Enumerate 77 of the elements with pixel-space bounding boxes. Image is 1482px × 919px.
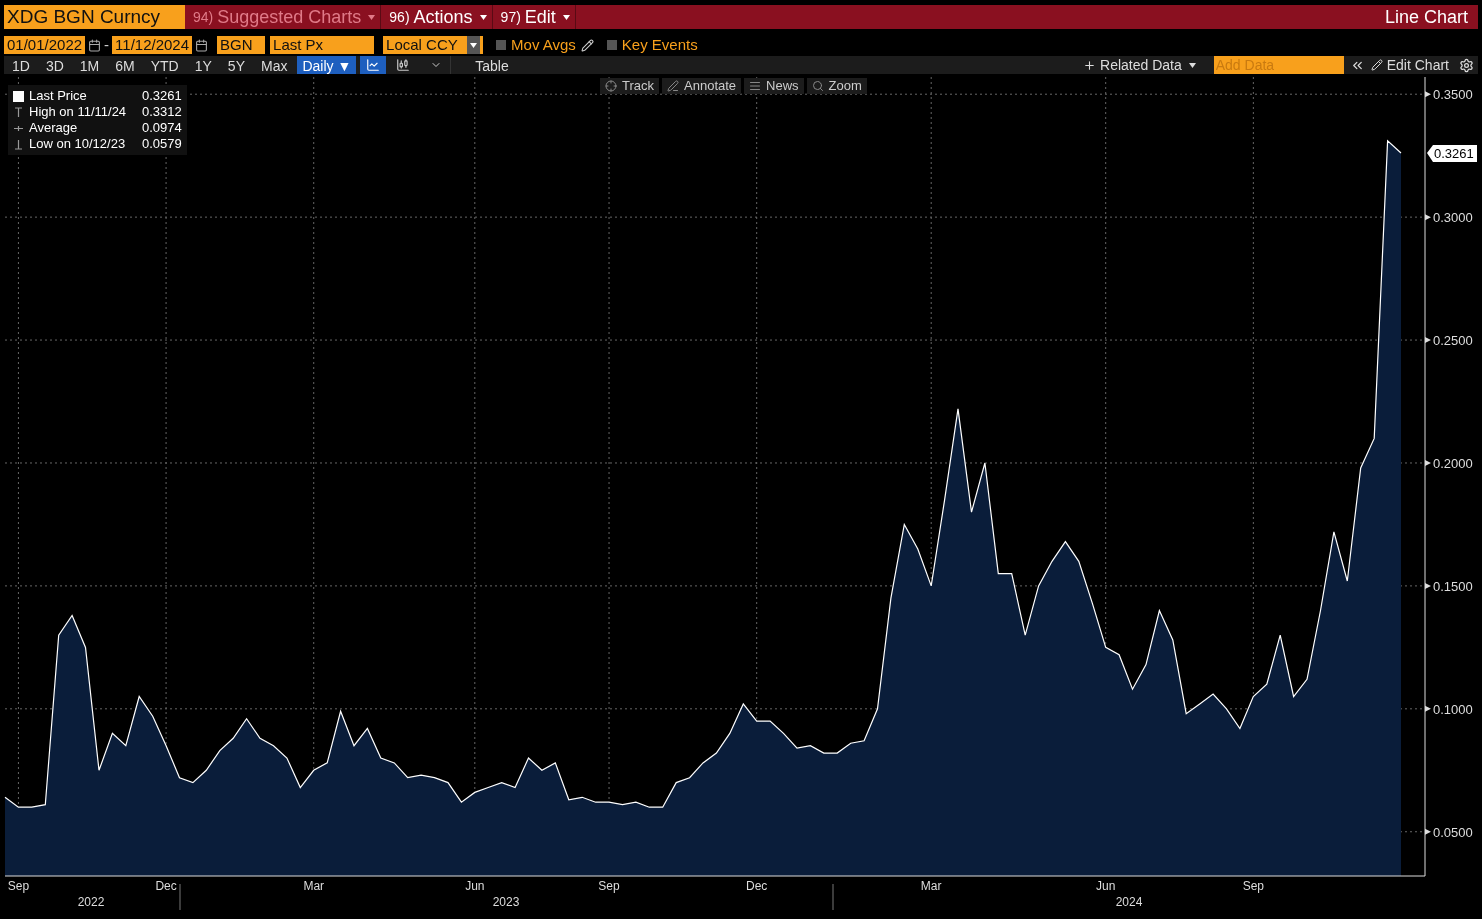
pencil-icon[interactable] (580, 38, 594, 52)
x-axis-label: Jun (465, 879, 485, 893)
x-axis-label: Sep (598, 879, 620, 893)
settings-icon[interactable] (1459, 57, 1474, 73)
caret-icon (479, 14, 487, 20)
search-icon (811, 80, 824, 92)
year-label: 2022 (77, 895, 105, 909)
frequency-dropdown[interactable]: Daily ▼ (297, 56, 357, 74)
chart-tool-button[interactable]: Annotate (662, 78, 742, 94)
line-chart-icon (366, 58, 381, 72)
candlestick-icon (396, 58, 411, 72)
legend-value: 0.0974 (142, 120, 182, 136)
chart-title: Line Chart (1384, 5, 1469, 29)
currency-select[interactable]: Local CCY (383, 36, 484, 54)
edit-chart-button[interactable]: Edit Chart (1364, 56, 1455, 74)
legend-label: Last Price (29, 88, 88, 104)
y-axis-label: 0.2000 (1433, 456, 1473, 471)
y-axis-label: 0.1000 (1433, 701, 1473, 717)
period-tab[interactable]: 1M (71, 56, 108, 74)
legend-value: 0.3312 (142, 104, 182, 120)
start-date-field[interactable]: 01/01/2022 (4, 36, 86, 54)
legend-value: 0.3261 (142, 88, 182, 104)
x-axis-label: Dec (746, 879, 768, 893)
period-tab[interactable]: 3D (37, 56, 72, 74)
x-axis-label: Sep (1242, 879, 1265, 893)
year-label: 2024 (1115, 895, 1143, 909)
legend-label: High on 11/11/24 (29, 104, 128, 120)
plus-icon (1083, 58, 1097, 72)
legend-label: Low on 10/12/23 (29, 136, 127, 152)
y-axis-label: 0.0500 (1433, 824, 1473, 840)
pen-icon (667, 80, 680, 92)
period-tab[interactable]: 1Y (186, 56, 220, 74)
pencil-icon (1370, 59, 1383, 71)
legend-value: 0.0579 (142, 136, 182, 152)
caret-icon (470, 42, 478, 48)
x-axis-label: Mar (303, 879, 325, 893)
x-axis-label: Sep (7, 879, 30, 893)
lines-icon (749, 80, 762, 92)
table-button[interactable]: Table (450, 56, 533, 74)
last-value-tag: 0.3261 (1427, 144, 1477, 162)
period-tab[interactable]: 5Y (219, 56, 253, 74)
checkbox[interactable] (496, 40, 507, 50)
end-date-field[interactable]: 11/12/2024 (112, 36, 193, 54)
high-marker-icon (13, 106, 24, 118)
ticker-field[interactable]: XDG BGN Curncy (4, 5, 185, 29)
period-tab[interactable]: 6M (107, 56, 143, 74)
legend-label: Average (29, 120, 79, 136)
year-label: 2023 (492, 895, 520, 909)
checkbox[interactable] (606, 40, 617, 50)
y-axis-label: 0.3500 (1433, 87, 1473, 103)
date-separator: - (104, 34, 110, 55)
legend-swatch-icon (13, 90, 24, 102)
related-data-button[interactable]: Related Data (1079, 56, 1200, 74)
source-field[interactable]: BGN (217, 36, 266, 54)
checkbox-label: Mov Avgs (511, 34, 576, 55)
chart-tool-button[interactable]: News (744, 78, 804, 94)
x-axis-label: Jun (1096, 879, 1116, 893)
crosshair-icon (605, 80, 617, 92)
calendar-icon[interactable] (195, 38, 209, 52)
x-axis-label: Mar (920, 879, 942, 893)
y-axis-label: 0.3000 (1433, 210, 1473, 226)
checkbox-label: Key Events (621, 34, 698, 55)
period-tab[interactable]: 1D (4, 56, 38, 74)
field-select[interactable]: Last Px (270, 36, 375, 54)
y-axis-label: 0.1500 (1433, 578, 1473, 594)
caret-icon (562, 14, 570, 20)
period-tab[interactable]: Max (252, 56, 296, 74)
period-tab[interactable]: YTD (142, 56, 187, 74)
y-axis-label: 0.2500 (1433, 333, 1473, 349)
low-marker-icon (13, 138, 24, 150)
chart-tool-button[interactable]: Zoom (806, 78, 867, 94)
caret-icon (1188, 62, 1196, 68)
caret-icon (368, 14, 376, 20)
x-axis-label: Dec (155, 879, 177, 893)
calendar-icon[interactable] (88, 38, 102, 52)
line-chart-button[interactable] (360, 56, 387, 74)
chart-tool-button[interactable]: Track (600, 78, 660, 94)
